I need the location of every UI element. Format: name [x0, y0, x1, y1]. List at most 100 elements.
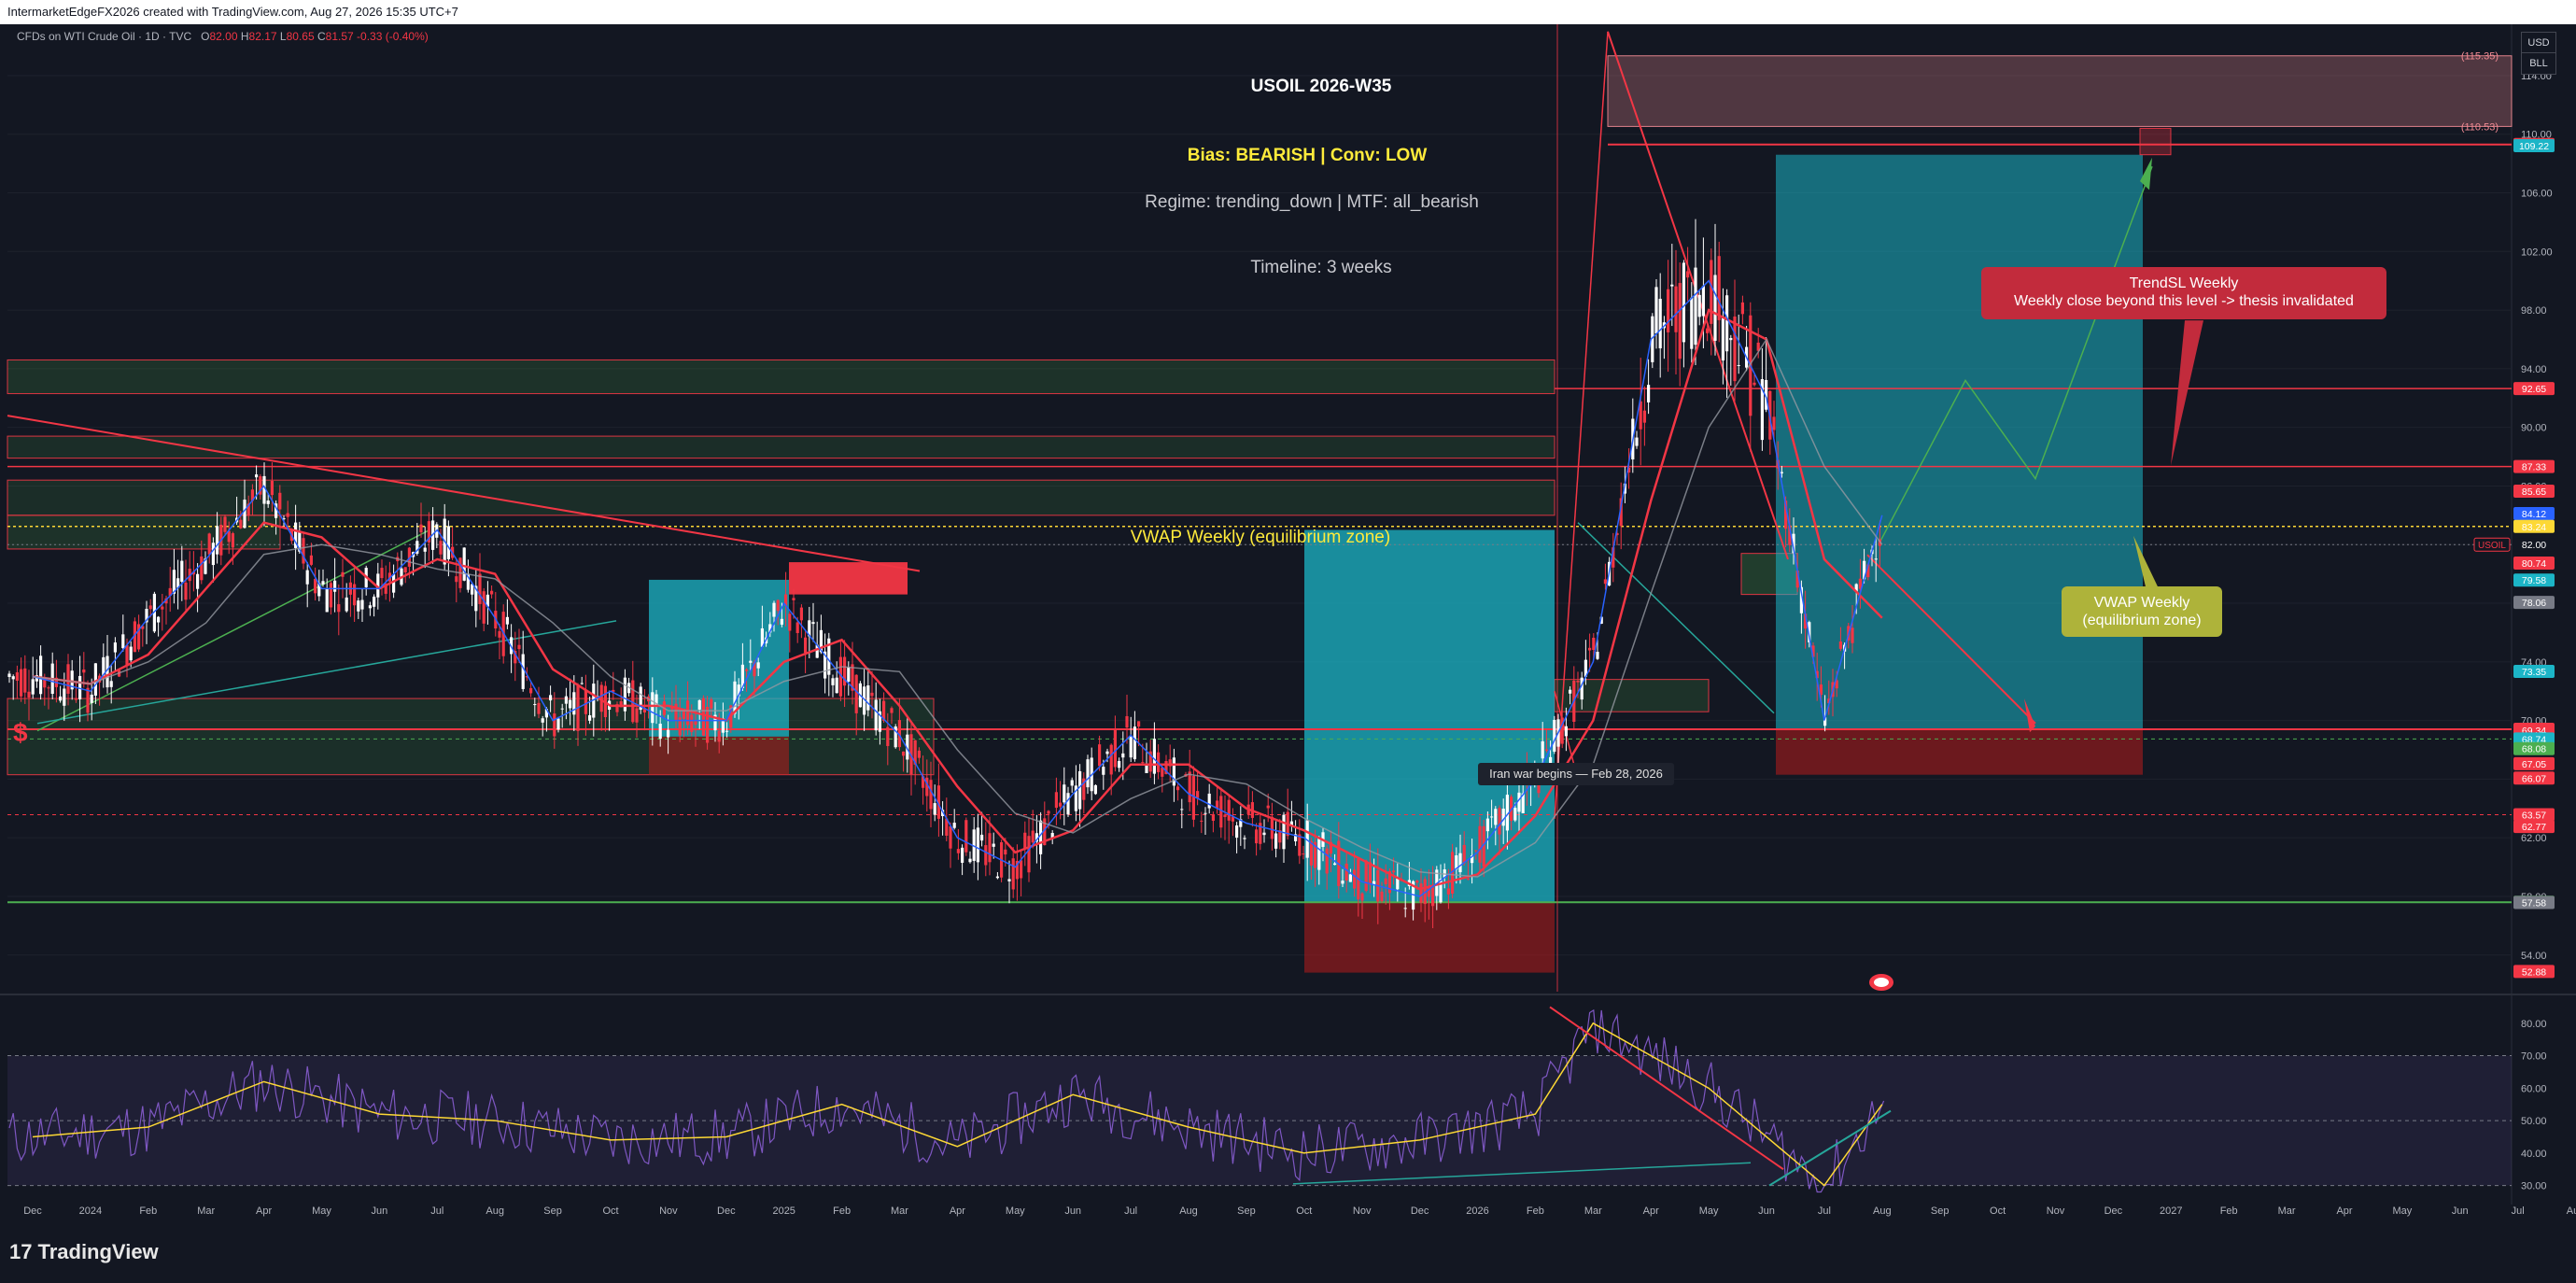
demand-zone [7, 479, 1555, 516]
candle-body [82, 669, 86, 673]
tradingview-logo[interactable]: 17 TradingView [9, 1240, 159, 1264]
price-level-tag-text: 80.74 [2522, 558, 2546, 570]
candle-body [1211, 813, 1215, 821]
candle-body [1733, 316, 1737, 382]
volume-unit[interactable]: BLL [2521, 52, 2556, 75]
candle-body [1569, 689, 1572, 694]
series-layer [7, 219, 1883, 929]
time-tick-label: Apr [256, 1205, 272, 1217]
time-tick-label: Aug [2567, 1205, 2576, 1217]
price-level-tag-text: 84.12 [2522, 509, 2546, 520]
candle-body [7, 673, 11, 677]
candle-body [988, 833, 992, 863]
trendsl-weekly-callout[interactable]: TrendSL Weekly Weekly close beyond this … [1981, 267, 2386, 319]
time-tick-label: May [2393, 1205, 2413, 1217]
candle-body [976, 827, 979, 863]
candle-body [1725, 295, 1729, 352]
candle-body [47, 687, 50, 689]
candle-body [1415, 881, 1419, 883]
price-level-tag-text: 83.24 [2522, 522, 2546, 533]
candle-body [1682, 262, 1685, 343]
candle-body [1446, 888, 1450, 895]
candle-body [961, 847, 964, 863]
rsi-tick-label: 30.00 [2521, 1181, 2547, 1192]
candle-body [553, 713, 556, 737]
candle-body [717, 730, 721, 742]
price-level-tag: 92.65 [2513, 382, 2555, 396]
candle-body [1431, 887, 1435, 907]
candle-body [1642, 410, 1646, 423]
candle-body [556, 718, 560, 730]
vwap-weekly-callout[interactable]: VWAP Weekly (equilibrium zone) [2062, 586, 2222, 637]
candle-body [1063, 784, 1066, 803]
candle-body [1191, 776, 1195, 820]
price-level-tag: 67.05 [2513, 756, 2555, 770]
time-tick-label: Dec [23, 1205, 42, 1217]
price-level-tag: 80.74 [2513, 557, 2555, 571]
currency-unit[interactable]: USD [2521, 32, 2556, 54]
candle-body [357, 600, 360, 612]
price-level-tag: 57.58 [2513, 895, 2555, 909]
candle-body [1729, 337, 1733, 341]
candle-body [964, 820, 968, 853]
iran-war-event-label[interactable]: Iran war begins — Feb 28, 2026 [1478, 763, 1674, 785]
candle-body [560, 708, 564, 710]
candle-body [15, 672, 19, 681]
time-tick-label: Jul [2512, 1205, 2525, 1217]
candle-body [1564, 726, 1568, 737]
candle-body [933, 803, 936, 815]
candle-body [1697, 294, 1701, 317]
candle-body [1243, 838, 1246, 839]
time-tick-label: Mar [891, 1205, 908, 1217]
event-flag-center [1874, 978, 1889, 987]
candle-body [337, 604, 341, 613]
candle-body [1717, 256, 1721, 320]
zone-price-label: (115.35) [2461, 51, 2499, 63]
candle-body [505, 616, 509, 625]
candle-body [517, 644, 521, 650]
time-tick-label: 2024 [79, 1205, 102, 1217]
candle-body [231, 533, 234, 548]
candle-body [1635, 437, 1639, 446]
time-tick-label: Feb [2220, 1205, 2238, 1217]
regime-label: Regime: trending_down | MTF: all_bearish [1145, 192, 1479, 212]
time-tick-label: May [1699, 1205, 1719, 1217]
candle-body [1011, 858, 1015, 890]
candle-body [439, 541, 443, 555]
candle-body [686, 700, 690, 726]
price-level-tag: 87.33 [2513, 459, 2555, 473]
candle-body [1235, 825, 1239, 839]
candle-body [831, 678, 835, 685]
candle-body [1223, 814, 1227, 817]
candle-body [1137, 721, 1141, 727]
price-level-tag-text: 73.35 [2522, 667, 2546, 678]
candle-body [1207, 793, 1211, 809]
candle-body [305, 570, 309, 585]
bias-label: Bias: BEARISH | Conv: LOW [1187, 146, 1428, 165]
candle-body [1219, 796, 1223, 828]
candle-body [329, 583, 332, 608]
candle-body [262, 475, 266, 504]
candle-body [1180, 809, 1184, 811]
candle-body [537, 702, 541, 714]
price-level-tag-text: 78.06 [2522, 598, 2546, 609]
candle-body [63, 688, 66, 706]
candle-body [1360, 893, 1364, 901]
candle-body [1710, 260, 1713, 324]
footer-bar: 17 TradingView [0, 1227, 2576, 1283]
candle-body [835, 677, 838, 694]
candle-body [749, 660, 753, 663]
candle-body [490, 590, 494, 595]
candle-body [1772, 416, 1776, 430]
candle-body [902, 751, 906, 756]
time-tick-label: 2025 [772, 1205, 795, 1217]
candle-body [682, 711, 685, 719]
candle-body [1344, 863, 1348, 881]
candle-body [184, 582, 188, 600]
candle-body [39, 656, 43, 695]
candle-body [341, 571, 345, 577]
candle-body [890, 708, 894, 713]
timeline-label: Timeline: 3 weeks [1250, 258, 1392, 277]
price-level-tag-text: 57.58 [2522, 898, 2546, 909]
candle-body [1658, 298, 1662, 349]
